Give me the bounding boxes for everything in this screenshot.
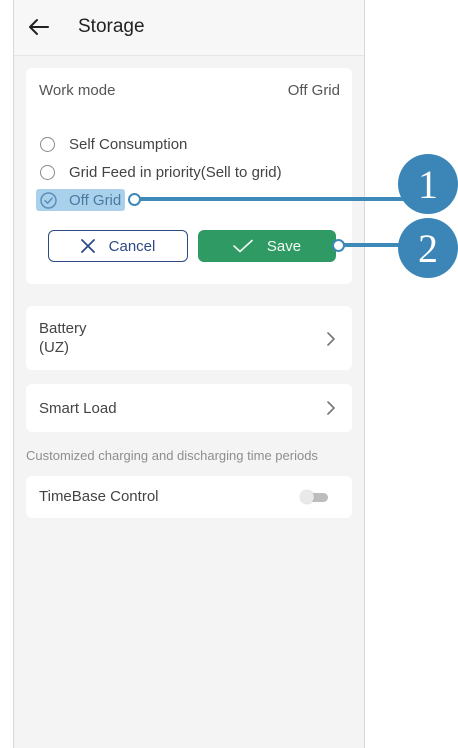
checkmark-icon xyxy=(233,239,253,253)
page-title: Storage xyxy=(78,16,145,37)
battery-label: Battery xyxy=(39,320,87,337)
close-icon xyxy=(80,239,95,253)
chevron-right-icon xyxy=(327,332,335,346)
battery-row[interactable]: Battery (UZ) xyxy=(26,306,352,370)
option-label: Off Grid xyxy=(69,191,122,209)
time-periods-hint: Customized charging and discharging time… xyxy=(26,448,318,463)
app-bar: Storage xyxy=(14,0,364,56)
battery-sublabel: (UZ) xyxy=(39,339,69,356)
radio-off-grid[interactable]: Off Grid xyxy=(36,189,126,211)
cancel-button-label: Cancel xyxy=(108,237,156,255)
cancel-button[interactable]: Cancel xyxy=(48,230,188,262)
smart-load-row[interactable]: Smart Load xyxy=(26,384,352,432)
callout-1-number: 1 xyxy=(418,161,438,207)
callout-2-badge: 2 xyxy=(398,218,458,278)
work-mode-value: Off Grid xyxy=(287,82,340,99)
radio-unselected-icon xyxy=(40,164,55,180)
timebase-label: TimeBase Control xyxy=(39,488,159,505)
timebase-row: TimeBase Control xyxy=(26,476,352,518)
radio-checked-icon xyxy=(40,191,57,209)
callout-1-line xyxy=(136,197,408,201)
chevron-right-icon xyxy=(327,401,335,415)
option-label: Grid Feed in priority(Sell to grid) xyxy=(69,163,282,181)
callout-1-dot xyxy=(128,193,141,206)
callout-1-badge: 1 xyxy=(398,154,458,214)
save-button-label: Save xyxy=(266,237,302,255)
radio-self-consumption[interactable]: Self Consumption xyxy=(40,133,187,155)
timebase-toggle[interactable] xyxy=(300,490,330,504)
phone-screen: Storage Work mode Off Grid Self Consumpt… xyxy=(13,0,365,748)
work-mode-label: Work mode xyxy=(39,82,116,99)
toggle-knob xyxy=(300,490,314,504)
radio-grid-feed[interactable]: Grid Feed in priority(Sell to grid) xyxy=(40,161,282,183)
smart-load-label: Smart Load xyxy=(39,400,117,417)
callout-2-number: 2 xyxy=(418,225,438,271)
work-mode-card: Work mode Off Grid Self Consumption Grid… xyxy=(26,68,352,284)
back-arrow-icon[interactable] xyxy=(28,16,50,38)
option-label: Self Consumption xyxy=(69,135,188,153)
callout-2-dot xyxy=(332,239,345,252)
radio-unselected-icon xyxy=(40,136,55,152)
save-button[interactable]: Save xyxy=(198,230,336,262)
